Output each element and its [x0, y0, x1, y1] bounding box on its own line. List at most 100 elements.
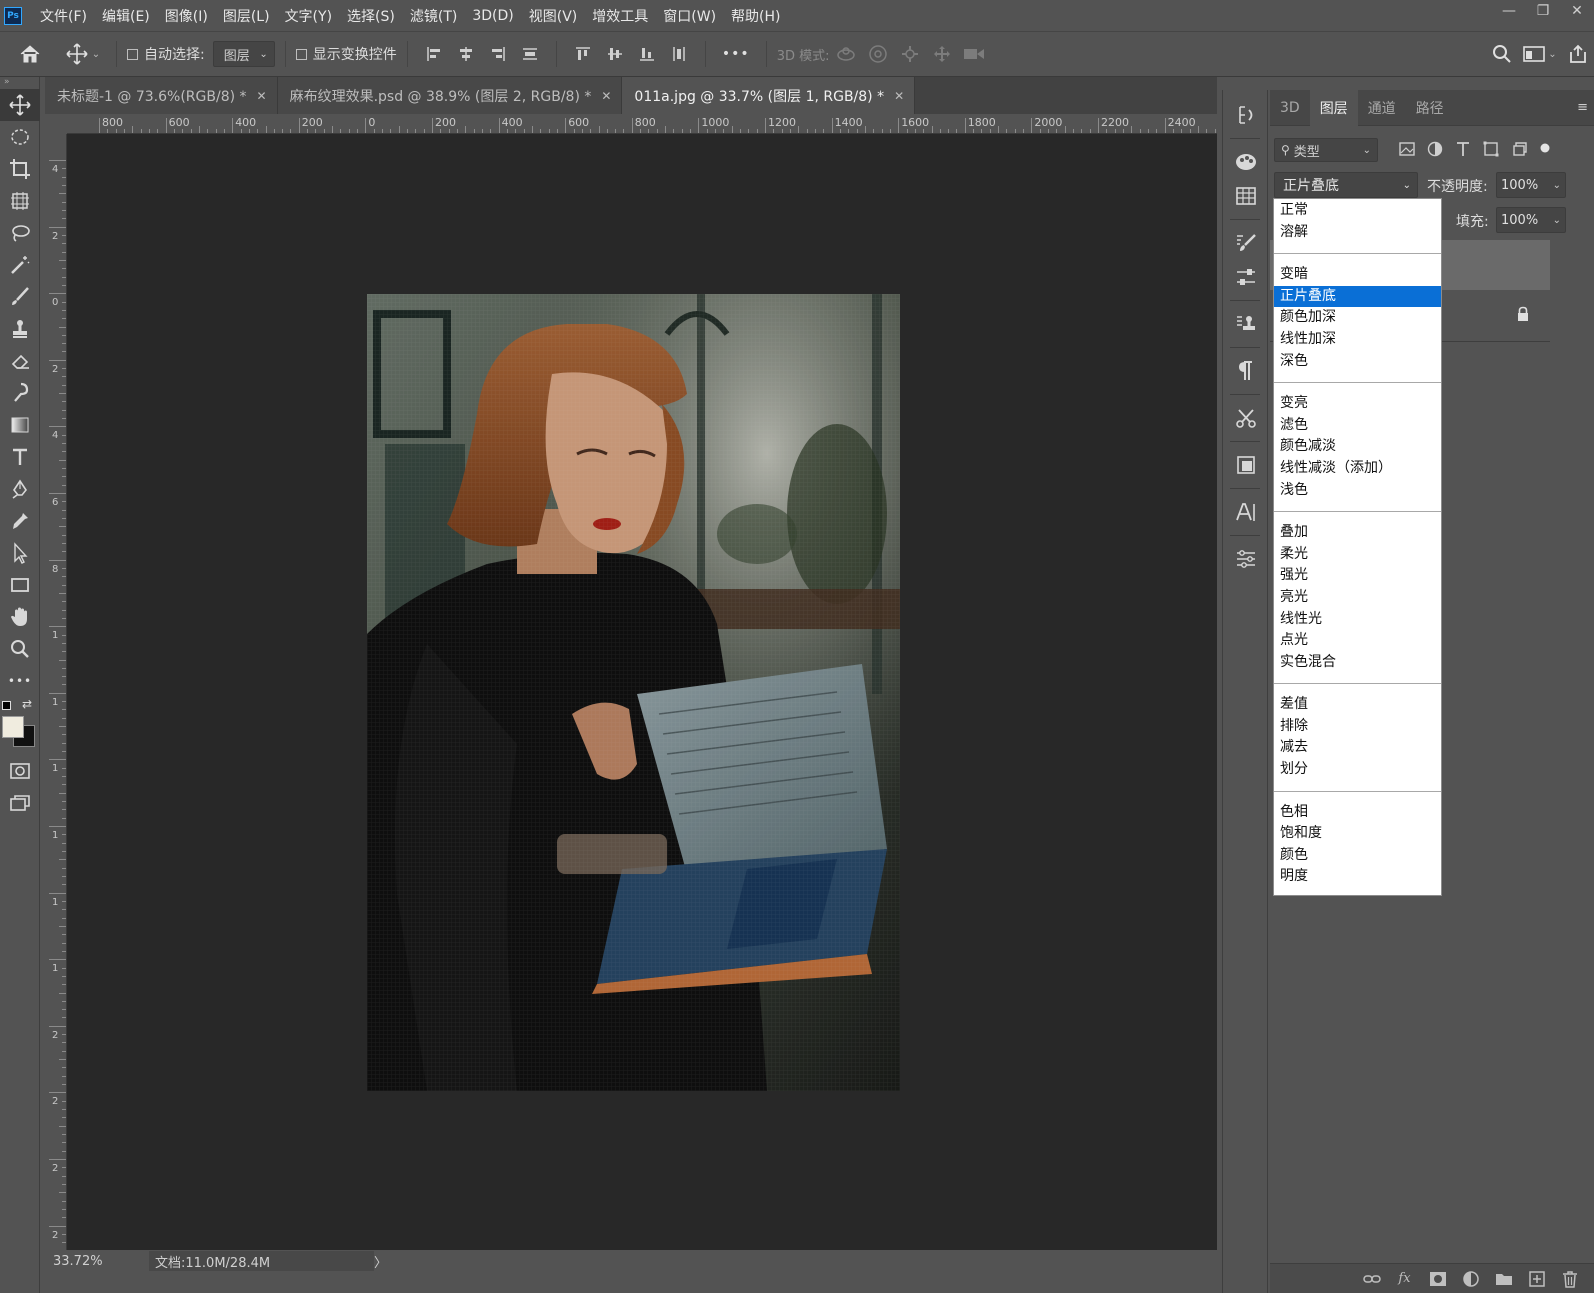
tools-panel-button[interactable] [1223, 401, 1269, 435]
auto-select-checkbox[interactable] [127, 48, 138, 60]
more-options-button[interactable]: ••• [716, 39, 756, 69]
3d-roll-button[interactable] [862, 39, 894, 69]
align-bottom-button[interactable] [631, 39, 663, 69]
magic-wand-tool[interactable] [0, 249, 40, 281]
panel-menu-icon[interactable]: ≡ [1577, 100, 1594, 115]
smart-object-filter-icon[interactable] [1510, 140, 1528, 158]
blend-mode-option[interactable]: 线性减淡（添加） [1274, 458, 1441, 480]
blend-mode-option[interactable]: 亮光 [1274, 587, 1441, 609]
character-panel-button[interactable] [1223, 495, 1269, 529]
history-panel-button[interactable] [1223, 98, 1269, 132]
distribute-horizontal-button[interactable] [663, 39, 695, 69]
align-right-button[interactable] [482, 39, 514, 69]
eraser-tool[interactable] [0, 345, 40, 377]
clone-stamp-tool[interactable] [0, 313, 40, 345]
blend-mode-select[interactable]: 正片叠底 ⌄ [1274, 172, 1418, 198]
close-window-button[interactable]: ✕ [1560, 0, 1594, 22]
move-tool-preset-button[interactable]: ⌄ [60, 39, 106, 69]
add-mask-button[interactable] [1421, 1264, 1454, 1293]
document-canvas[interactable] [67, 134, 1217, 1250]
auto-select-dropdown[interactable]: 图层 ⌄ [212, 41, 275, 67]
fill-input[interactable]: 100% ⌄ [1496, 207, 1566, 233]
chevron-down-icon[interactable]: ⌄ [1553, 215, 1561, 226]
blend-mode-option[interactable]: 划分 [1274, 759, 1441, 781]
search-button[interactable] [1486, 39, 1518, 69]
blend-mode-option[interactable]: 实色混合 [1274, 652, 1441, 674]
type-tool[interactable] [0, 441, 40, 473]
new-group-button[interactable] [1487, 1264, 1520, 1293]
blend-mode-option[interactable]: 颜色减淡 [1274, 436, 1441, 458]
3d-orbit-button[interactable] [830, 39, 862, 69]
align-top-button[interactable] [567, 39, 599, 69]
adjustment-layer-filter-icon[interactable] [1426, 140, 1444, 158]
link-layers-button[interactable] [1355, 1264, 1388, 1293]
blend-mode-option[interactable]: 强光 [1274, 565, 1441, 587]
tool-presets-panel-button[interactable] [1223, 260, 1269, 294]
screen-mode-button[interactable] [0, 787, 40, 819]
blend-mode-option[interactable]: 柔光 [1274, 544, 1441, 566]
blend-mode-option[interactable]: 滤色 [1274, 415, 1441, 437]
layer-style-button[interactable]: fx [1388, 1264, 1421, 1293]
share-button[interactable] [1562, 39, 1594, 69]
blend-mode-option[interactable]: 明度 [1274, 866, 1441, 888]
tab-untitled-1[interactable]: 未标题-1 @ 73.6%(RGB/8) * ✕ [45, 77, 278, 114]
zoom-level[interactable]: 33.72% [45, 1254, 107, 1269]
blend-mode-option[interactable]: 线性光 [1274, 609, 1441, 631]
document-photo[interactable] [367, 294, 900, 1091]
blend-mode-option[interactable]: 线性加深 [1274, 329, 1441, 351]
clone-source-panel-button[interactable] [1223, 307, 1269, 341]
blend-mode-option[interactable]: 变亮 [1274, 393, 1441, 415]
vertical-ruler[interactable]: 4 2 0 2 4 6 8 1 1 1 1 1 1 2 2 2 2 [45, 134, 67, 1250]
swap-colors-icon[interactable]: ⇄ [22, 697, 32, 711]
menu-plugins[interactable]: 增效工具 [592, 6, 648, 26]
menu-layer[interactable]: 图层(L) [223, 6, 270, 26]
blend-mode-option[interactable]: 叠加 [1274, 522, 1441, 544]
show-transform-checkbox[interactable] [295, 48, 307, 60]
quick-mask-button[interactable] [0, 755, 40, 787]
foreground-color-swatch[interactable] [2, 716, 24, 738]
menu-select[interactable]: 选择(S) [347, 6, 395, 26]
new-layer-button[interactable] [1520, 1264, 1553, 1293]
tab-channels[interactable]: 通道 [1358, 90, 1406, 126]
default-colors-icon[interactable] [2, 701, 11, 710]
align-hcenter-button[interactable] [450, 39, 482, 69]
lasso-tool[interactable] [0, 217, 40, 249]
gradient-tool[interactable] [0, 409, 40, 441]
close-icon[interactable]: ✕ [894, 89, 904, 103]
blend-mode-option[interactable]: 正常 [1274, 200, 1441, 222]
menu-help[interactable]: 帮助(H) [731, 6, 780, 26]
menu-view[interactable]: 视图(V) [529, 6, 578, 26]
menu-window[interactable]: 窗口(W) [663, 6, 716, 26]
menu-image[interactable]: 图像(I) [165, 6, 208, 26]
status-menu-arrow[interactable]: 〉 [374, 1252, 387, 1271]
align-left-button[interactable] [418, 39, 450, 69]
tab-011a-jpg[interactable]: 011a.jpg @ 33.7% (图层 1, RGB/8) * ✕ [622, 77, 916, 114]
blend-mode-option[interactable]: 深色 [1274, 351, 1441, 373]
frame-tool[interactable] [0, 185, 40, 217]
crop-tool[interactable] [0, 153, 40, 185]
move-tool[interactable] [0, 89, 40, 121]
3d-slide-button[interactable] [926, 39, 958, 69]
tab-linen-texture[interactable]: 麻布纹理效果.psd @ 38.9% (图层 2, RGB/8) * ✕ [277, 77, 623, 114]
3d-scale-button[interactable] [958, 39, 990, 69]
pixel-layer-filter-icon[interactable] [1398, 140, 1416, 158]
rectangle-tool[interactable] [0, 569, 40, 601]
menu-3d[interactable]: 3D(D) [472, 8, 513, 24]
paragraph-panel-button[interactable] [1223, 354, 1269, 388]
artboard-panel-button[interactable] [1223, 448, 1269, 482]
color-panel-button[interactable] [1223, 145, 1269, 179]
swatches-panel-button[interactable] [1223, 179, 1269, 213]
tab-paths[interactable]: 路径 [1406, 90, 1454, 126]
blend-mode-option[interactable]: 变暗 [1274, 264, 1441, 286]
new-adjustment-layer-button[interactable] [1454, 1264, 1487, 1293]
eyedropper-tool[interactable] [0, 505, 40, 537]
ellipse-marquee-tool[interactable] [0, 121, 40, 153]
restore-button[interactable]: ❐ [1526, 0, 1560, 22]
layer-filter-select[interactable]: ⚲ 类型 ⌄ [1274, 138, 1378, 162]
brush-tool[interactable] [0, 281, 40, 313]
filter-toggle-icon[interactable] [1538, 140, 1552, 158]
close-icon[interactable]: ✕ [257, 89, 267, 103]
zoom-tool[interactable] [0, 633, 40, 665]
workspace-button[interactable]: ⌄ [1518, 39, 1562, 69]
menu-file[interactable]: 文件(F) [40, 6, 87, 26]
